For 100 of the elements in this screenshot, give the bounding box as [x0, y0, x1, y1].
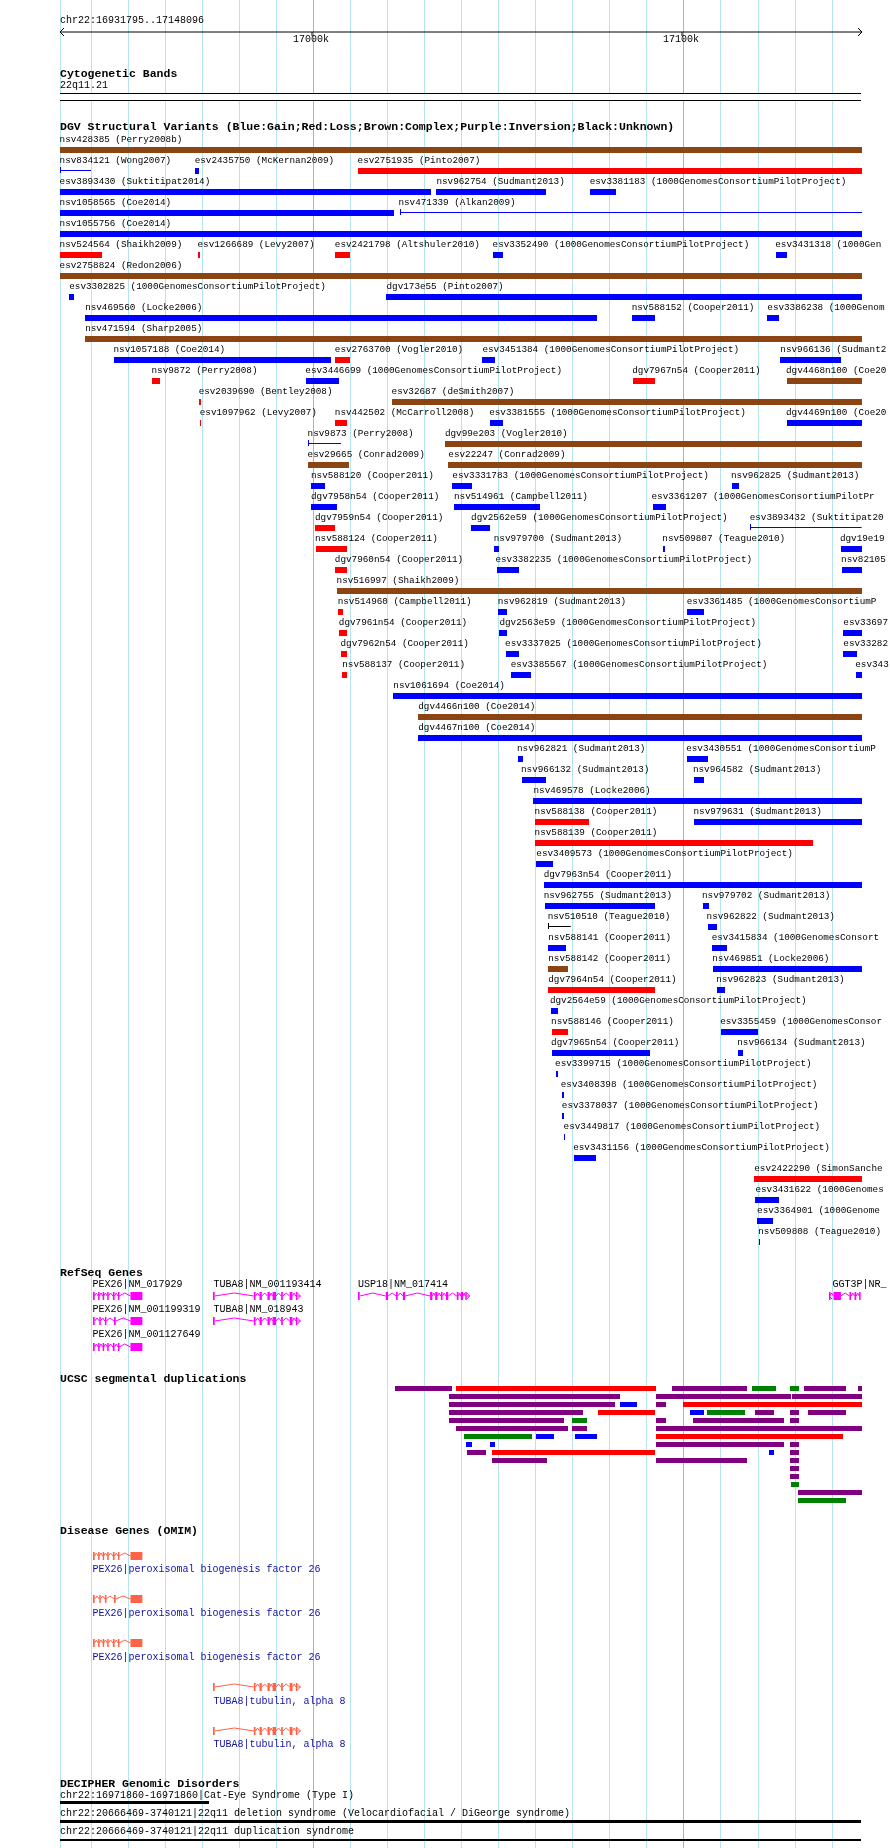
gene-label: GGT3P|NR_	[832, 1279, 887, 1292]
variant-label: dgv173e55 (Pinto2007)	[386, 281, 504, 294]
variant-label: esv2422290 (SimonSanche	[754, 1163, 883, 1176]
variant-label: nsv1058565 (Coe2014)	[59, 197, 172, 210]
track-title: DGV Structural Variants (Blue:Gain;Red:Loss;Brown:Complex;Purple:Inversion;Black:Unknown)	[60, 121, 675, 133]
variant-label: nsv514961 (Campbell2011)	[454, 491, 588, 504]
variant-label: esv3337025 (1000GenomesConsortiumPilotProject)	[505, 638, 762, 651]
variant-label: esv3409573 (1000GenomesConsortiumPilotProject)	[536, 848, 793, 861]
variant-label: esv3431156 (1000GenomesConsortiumPilotProject)	[573, 1142, 830, 1155]
variant-label: esv3451384 (1000GenomesConsortiumPilotProject)	[482, 344, 740, 357]
variant-label: nsv1061694 (Coe2014)	[393, 680, 505, 693]
variant-label: nsv588124 (Cooper2011)	[314, 533, 438, 546]
variant-label: nsv588137 (Cooper2011)	[342, 659, 465, 672]
variant-label: nsv471594 (Sharp2005)	[85, 323, 203, 336]
variant-label: esv1266689 (Levy2007)	[197, 239, 315, 252]
variant-label: esv343	[855, 659, 889, 672]
variant-label: nsv469851 (Locke2006)	[712, 953, 830, 966]
variant-label: nsv469560 (Locke2006)	[85, 302, 203, 315]
position-range: chr22:16931795..17148096	[60, 15, 205, 27]
track-title: UCSC segmental duplications	[60, 1373, 247, 1385]
variant-label: esv29665 (Conrad2009)	[307, 449, 425, 462]
variant-label: esv33697	[843, 617, 888, 630]
variant-label: esv3381183 (1000GenomesConsortiumPilotProject)	[589, 176, 847, 189]
variant-label: nsv588142 (Cooper2011)	[548, 953, 671, 966]
variant-label: nsv966134 (Sudmant2013)	[737, 1037, 866, 1050]
variant-label: dgv7959n54 (Cooper2011)	[314, 512, 444, 525]
variant-label: esv1097962 (Levy2007)	[199, 407, 317, 420]
gene-link[interactable]: TUBA8|tubulin, alpha 8	[213, 1695, 346, 1708]
gene-model	[92, 1639, 142, 1648]
variant-label: esv3415834 (1000GenomesConsort	[711, 932, 880, 945]
variant-label: nsv834121 (Wong2007)	[59, 155, 172, 168]
gene-label: PEX26|NM_001199319	[92, 1303, 201, 1316]
variant-label: esv32687 (deSmith2007)	[391, 386, 515, 399]
gene-model	[92, 1343, 142, 1351]
variant-label: esv3378037 (1000GenomesConsortiumPilotProject)	[561, 1100, 819, 1113]
variant-label: nsv588139 (Cooper2011)	[534, 827, 658, 840]
gene-link[interactable]: PEX26|peroxisomal biogenesis factor 26	[92, 1563, 321, 1576]
variant-label: nsv509807 (Teague2010)	[662, 533, 786, 546]
variant-label: esv3408398 (1000GenomesConsortiumPilotProject)	[560, 1079, 818, 1092]
variant-label: esv3361207 (1000GenomesConsortiumPilotPr	[651, 491, 875, 504]
variant-label: nsv979702 (Sudmant2013)	[702, 890, 831, 903]
variant-label: nsv962823 (Sudmant2013)	[716, 974, 845, 987]
gene-model	[92, 1292, 142, 1301]
gene-model	[92, 1317, 142, 1326]
variant-label: esv3381555 (1000GenomesConsortiumPilotProject)	[489, 407, 746, 420]
disorder-label: chr22:20666469-3740121|22q11 duplication syndrome	[60, 1825, 355, 1838]
variant-label: esv2421798 (Altshuler2010)	[334, 239, 480, 252]
variant-label: esv2751935 (Pinto2007)	[357, 155, 481, 168]
variant-label: dgv7958n54 (Cooper2011)	[311, 491, 440, 504]
variant-label: esv2758824 (Redon2006)	[59, 260, 183, 273]
variant-label: esv3331783 (1000GenomesConsortiumPilotProject)	[452, 470, 709, 483]
variant-label: nsv1055756 (Coe2014)	[59, 218, 172, 231]
variant-label: dgv2562e59 (1000GenomesConsortiumPilotProject)	[471, 512, 728, 525]
gene-label: PEX26|NM_001127649	[92, 1329, 201, 1342]
variant-label: nsv588138 (Cooper2011)	[534, 806, 658, 819]
track-title: Disease Genes (OMIM)	[60, 1525, 199, 1538]
variant-label: nsv514960 (Campbell2011)	[337, 596, 472, 609]
variant-label: esv3446699 (1000GenomesConsortiumPilotProject)	[305, 365, 562, 378]
variant-label: dgv2563e59 (1000GenomesConsortiumPilotProject)	[499, 617, 757, 630]
variant-label: esv3430551 (1000GenomesConsortiumP	[686, 743, 876, 756]
variant-label: nsv1057188 (Coe2014)	[113, 344, 226, 357]
variant-label: nsv962755 (Sudmant2013)	[543, 890, 672, 903]
variant-label: esv3361485 (1000GenomesConsortiumP	[686, 596, 877, 609]
ruler-tick-label: 17000k	[293, 34, 329, 46]
track-title: DECIPHER Genomic Disorders	[60, 1778, 240, 1790]
variant-label: nsv82105	[841, 554, 886, 567]
gene-link[interactable]: PEX26|peroxisomal biogenesis factor 26	[92, 1651, 321, 1664]
variant-label: nsv9872 (Perry2008)	[151, 365, 258, 378]
variant-label: esv3399715 (1000GenomesConsortiumPilotProject)	[555, 1058, 812, 1071]
gene-link[interactable]: TUBA8|tubulin, alpha 8	[213, 1739, 346, 1752]
variant-label: nsv962822 (Sudmant2013)	[706, 911, 835, 924]
gene-label: USP18|NM_017414	[358, 1279, 449, 1292]
variant-label: nsv588141 (Cooper2011)	[548, 932, 671, 945]
variant-label: esv3355459 (1000GenomesConsor	[720, 1016, 882, 1029]
variant-label: dgv4469n100 (Coe20	[786, 407, 887, 420]
track-title: RefSeq Genes	[60, 1266, 143, 1279]
ruler-tick-label: 17100k	[663, 34, 699, 46]
variant-label: dgv7963n54 (Cooper2011)	[543, 869, 672, 882]
variant-label: nsv588146 (Cooper2011)	[551, 1016, 674, 1029]
variant-label: esv2435750 (McKernan2009)	[194, 155, 335, 168]
variant-label: nsv9873 (Perry2008)	[307, 428, 414, 441]
variant-label: esv2039690 (Bentley2008)	[198, 386, 333, 399]
variant-label: esv2763700 (Vogler2010)	[334, 344, 464, 357]
variant-label: esv3352490 (1000GenomesConsortiumPilotProject)	[492, 239, 750, 252]
variant-label: dgv7960n54 (Cooper2011)	[334, 554, 464, 567]
gene-link[interactable]: PEX26|peroxisomal biogenesis factor 26	[92, 1607, 321, 1620]
variant-label: esv3893432 (Suktitipat20	[749, 512, 884, 525]
variant-label: nsv962819 (Sudmant2013)	[497, 596, 627, 609]
variant-label: dgv19e19	[839, 533, 885, 546]
variant-label: esv3385567 (1000GenomesConsortiumPilotProject)	[510, 659, 768, 672]
variant-label: esv3386238 (1000Genom	[767, 302, 885, 315]
variant-label: nsv979700 (Sudmant2013)	[493, 533, 623, 546]
gene-model	[92, 1551, 142, 1560]
variant-label: nsv442502 (McCarroll2008)	[334, 407, 475, 420]
variant-label: nsv516997 (Shaikh2009)	[336, 575, 460, 588]
variant-label: esv3431622 (1000Genomes	[755, 1184, 884, 1197]
variant-label: esv22247 (Conrad2009)	[448, 449, 566, 462]
gene-label: TUBA8|NM_001193414	[213, 1279, 322, 1292]
disorder-label: chr22:16971860-16971860|Cat-Eye Syndrome (Type I)	[60, 1790, 355, 1802]
variant-label: nsv469578 (Locke2006)	[533, 785, 651, 798]
